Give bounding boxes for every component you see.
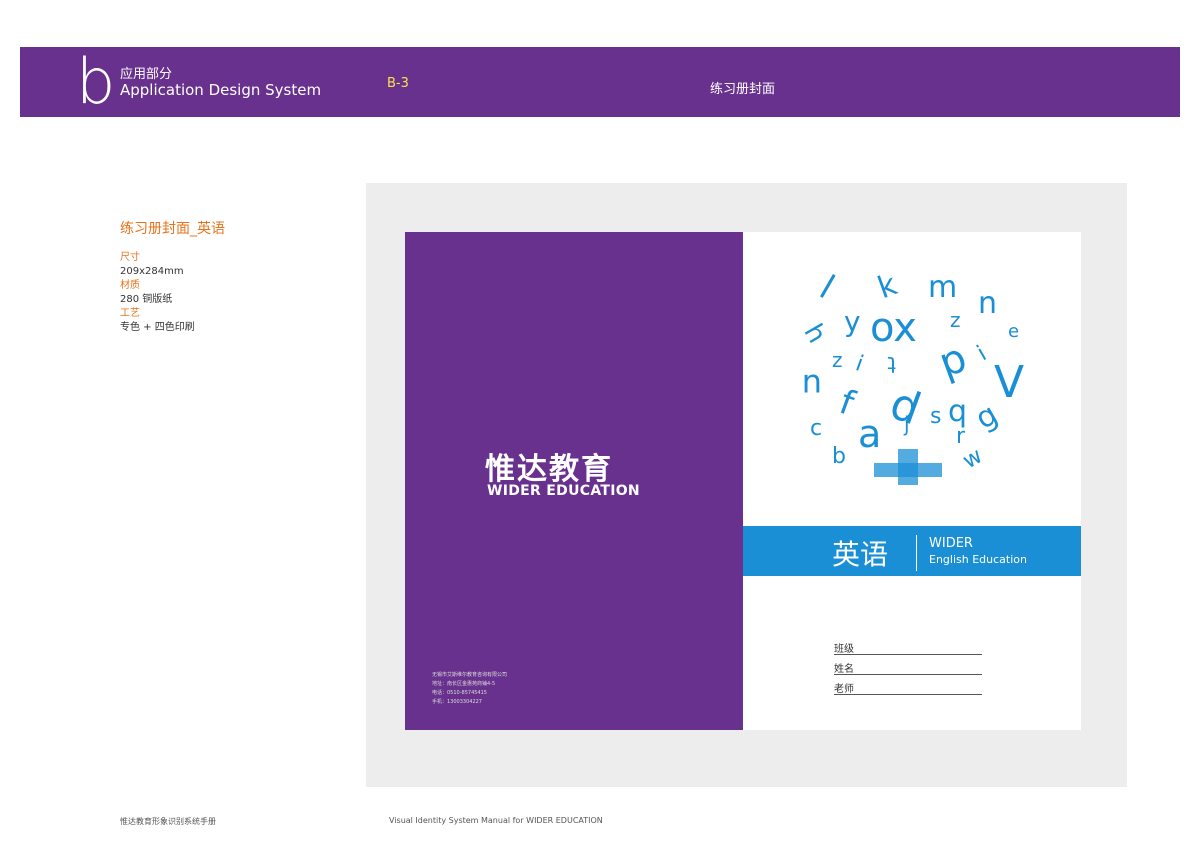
section-letter: b	[76, 45, 116, 118]
footer-manual-title-cn: 惟达教育形象识别系统手册	[120, 817, 216, 826]
svg-text:ox: ox	[870, 305, 917, 351]
address-location: 地址：南长区金惠苑商铺4-5	[432, 681, 496, 687]
svg-text:m: m	[928, 270, 957, 305]
material-label: 材质	[120, 280, 140, 291]
brand-logo-cn: 惟达教育	[485, 452, 613, 487]
craft-label: 工艺	[120, 308, 140, 319]
svg-text:V: V	[994, 357, 1024, 408]
svg-text:h: h	[798, 319, 832, 348]
header-bar: b 应用部分 Application Design System B-3 练习册…	[20, 47, 1180, 117]
svg-text:i: i	[973, 341, 991, 366]
svg-text:t: t	[887, 351, 896, 376]
svg-text:y: y	[844, 305, 861, 338]
address-phone: 电话：0510-85745415	[432, 690, 487, 696]
size-value: 209x284mm	[120, 266, 184, 277]
brand-logo-en: WIDER EDUCATION	[487, 483, 640, 499]
subject-divider	[916, 535, 917, 571]
section-title-en: Application Design System	[120, 81, 322, 99]
class-field-line	[834, 654, 982, 655]
svg-text:c: c	[810, 416, 822, 441]
svg-text:z: z	[832, 348, 843, 372]
address-mobile: 手机：13003304227	[432, 699, 482, 705]
svg-text:u: u	[802, 367, 822, 405]
craft-value: 专色 + 四色印刷	[120, 322, 195, 333]
svg-text:b: b	[832, 444, 846, 469]
svg-text:z: z	[950, 308, 961, 332]
subject-brand-en: WIDER	[929, 536, 973, 551]
name-field-line	[834, 674, 982, 675]
section-title-cn: 应用部分	[120, 67, 173, 82]
subject-title-en: English Education	[929, 553, 1027, 566]
page-title: 练习册封面	[710, 82, 776, 97]
teacher-field-line	[834, 694, 982, 695]
svg-text:s: s	[930, 404, 941, 429]
page-code: B-3	[387, 76, 409, 91]
size-label: 尺寸	[120, 252, 140, 263]
name-field-label: 姓名	[834, 664, 854, 675]
svg-text:j: j	[903, 412, 910, 436]
material-value: 280 铜版纸	[120, 294, 173, 305]
alphabet-cloud-illustration: l k m n h y ox z e z i t p i V u f d q g…	[798, 267, 1024, 485]
address-company: 无锡市艾斯维尔教育咨询有限公司	[432, 672, 508, 678]
teacher-field-label: 老师	[834, 684, 854, 695]
svg-text:i: i	[852, 351, 866, 377]
svg-text:f: f	[834, 382, 860, 424]
svg-text:n: n	[978, 286, 997, 321]
spec-title: 练习册封面_英语	[120, 221, 225, 237]
svg-text:r: r	[956, 424, 966, 449]
subject-title-cn: 英语	[832, 538, 889, 571]
subject-band	[743, 526, 1081, 576]
class-field-label: 班级	[834, 644, 854, 655]
svg-text:k: k	[873, 267, 902, 306]
svg-text:e: e	[1008, 321, 1019, 342]
svg-text:a: a	[858, 412, 881, 456]
svg-text:l: l	[813, 268, 841, 307]
svg-text:p: p	[933, 335, 973, 387]
footer-manual-title-en: Visual Identity System Manual for WIDER …	[389, 816, 603, 825]
